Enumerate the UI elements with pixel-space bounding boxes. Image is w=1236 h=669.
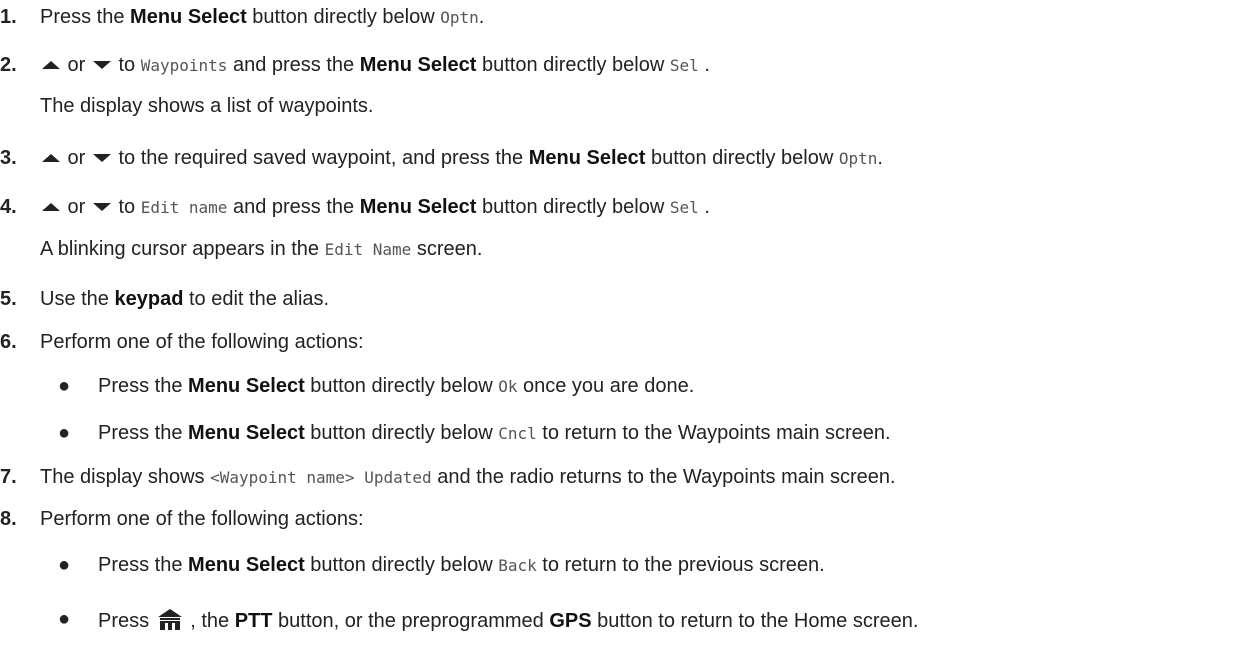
bullet-icon: ●	[58, 422, 71, 444]
step-text: Press the Menu Select button directly be…	[40, 6, 485, 28]
step-number: 5.	[0, 288, 17, 310]
step-number: 4.	[0, 196, 17, 218]
up-arrow-icon	[42, 60, 60, 69]
step-number: 7.	[0, 466, 17, 488]
down-arrow-icon	[92, 60, 111, 69]
step-text: Perform one of the following actions:	[40, 331, 364, 353]
down-arrow-icon	[92, 153, 111, 162]
step-number: 6.	[0, 331, 17, 353]
step-number: 1.	[0, 6, 17, 28]
step-number: 2.	[0, 54, 17, 76]
home-icon	[157, 609, 182, 630]
step-text: The display shows <Waypoint name> Update…	[40, 466, 896, 488]
step-text: Perform one of the following actions:	[40, 508, 364, 530]
bullet-icon: ●	[58, 375, 71, 397]
step-number: 3.	[0, 147, 17, 169]
bullet-icon: ●	[58, 554, 71, 576]
bullet-icon: ●	[58, 608, 71, 630]
step-text: or to the required saved waypoint, and p…	[40, 147, 883, 170]
step-number: 8.	[0, 508, 17, 530]
step-text: or to Edit name and press the Menu Selec…	[40, 196, 710, 219]
down-arrow-icon	[92, 202, 111, 211]
up-arrow-icon	[42, 153, 60, 162]
step-text: Use the keypad to edit the alias.	[40, 288, 330, 310]
step-text: or to Waypoints and press the Menu Selec…	[40, 54, 710, 77]
up-arrow-icon	[42, 202, 60, 211]
